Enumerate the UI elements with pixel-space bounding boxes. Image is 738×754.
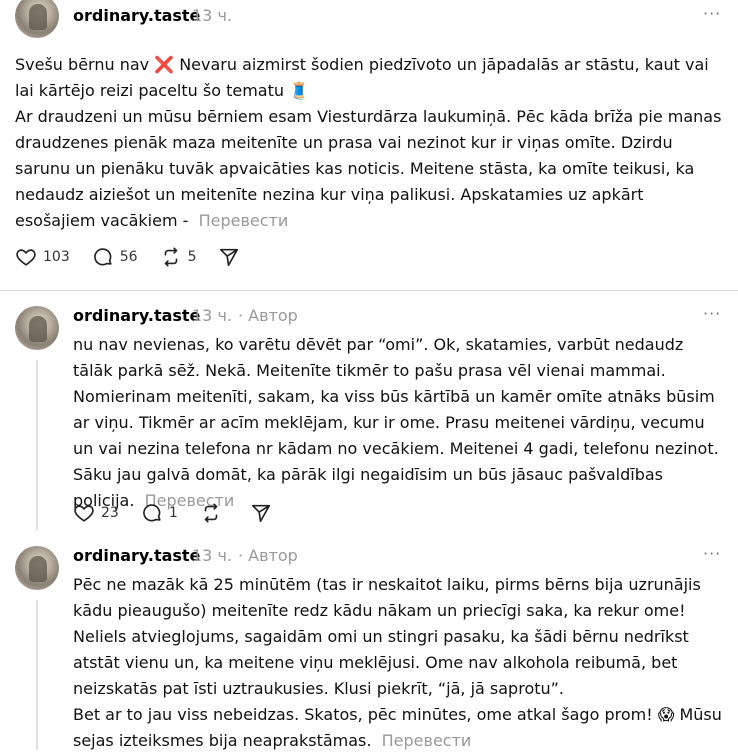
post-1: ordinary.taste 13 ч. ··· Svešu bērnu nav… [0,0,738,290]
author-label: · Автор [238,306,298,325]
comment-count: 1 [168,505,178,521]
avatar[interactable] [15,546,59,590]
comment-count: 56 [119,249,138,265]
thread-line [36,600,38,750]
like-button[interactable]: 103 [15,246,70,268]
avatar[interactable] [15,0,59,38]
repost-icon [164,247,177,267]
repost-icon [204,503,218,523]
post-time: 13 ч. [192,546,232,565]
username[interactable]: ordinary.taste [73,6,200,25]
more-options-icon[interactable]: ··· [703,304,721,323]
post-paragraph: Svešu bērnu nav ❌ Nevaru aizmirst šodien… [15,55,709,100]
send-icon [220,248,239,267]
thread-line [36,360,38,530]
post-actions: 103 56 5 [15,245,268,269]
comment-icon [93,248,112,266]
share-button[interactable] [218,246,246,268]
post-paragraph: Pēc ne mazāk kā 25 minūtēm (tas ir neska… [73,575,701,698]
username[interactable]: ordinary.taste [73,306,200,325]
post-2: ordinary.taste 13 ч. · Автор ··· nu nav … [0,290,738,540]
post-time: 13 ч. [192,306,232,325]
translate-link[interactable]: Перевести [382,731,472,750]
post-actions: 23 1 [73,501,300,525]
author-label: · Автор [238,546,298,565]
like-count: 103 [43,249,70,265]
post-3: ordinary.taste 13 ч. · Автор ··· Pēc ne … [0,530,738,750]
post-body: nu nav nevienas, ko varētu dēvēt par “om… [73,332,723,514]
repost-count: 5 [187,249,197,265]
translate-link[interactable]: Перевести [199,211,289,230]
post-body: Pēc ne mazāk kā 25 minūtēm (tas ir neska… [73,572,723,754]
more-options-icon[interactable]: ··· [703,4,721,23]
repost-button[interactable]: 5 [160,246,197,268]
post-paragraph: Bet ar to jau viss nebeidzas. Skatos, pē… [73,705,722,750]
heart-icon [74,505,94,522]
avatar[interactable] [15,306,59,350]
post-paragraph: Ar draudzeni un mūsu bērniem esam Viestu… [15,107,722,230]
post-time: 13 ч. [192,6,232,25]
like-count: 23 [101,505,119,521]
repost-button[interactable] [200,502,228,524]
comment-icon [142,504,161,522]
comment-button[interactable]: 56 [92,246,138,268]
post-paragraph: nu nav nevienas, ko varētu dēvēt par “om… [73,335,719,510]
send-icon [251,504,270,523]
comment-button[interactable]: 1 [141,502,178,524]
more-options-icon[interactable]: ··· [703,544,721,563]
username[interactable]: ordinary.taste [73,546,200,565]
post-body: Svešu bērnu nav ❌ Nevaru aizmirst šodien… [15,52,725,234]
share-button[interactable] [250,502,278,524]
heart-icon [16,249,36,266]
like-button[interactable]: 23 [73,502,119,524]
